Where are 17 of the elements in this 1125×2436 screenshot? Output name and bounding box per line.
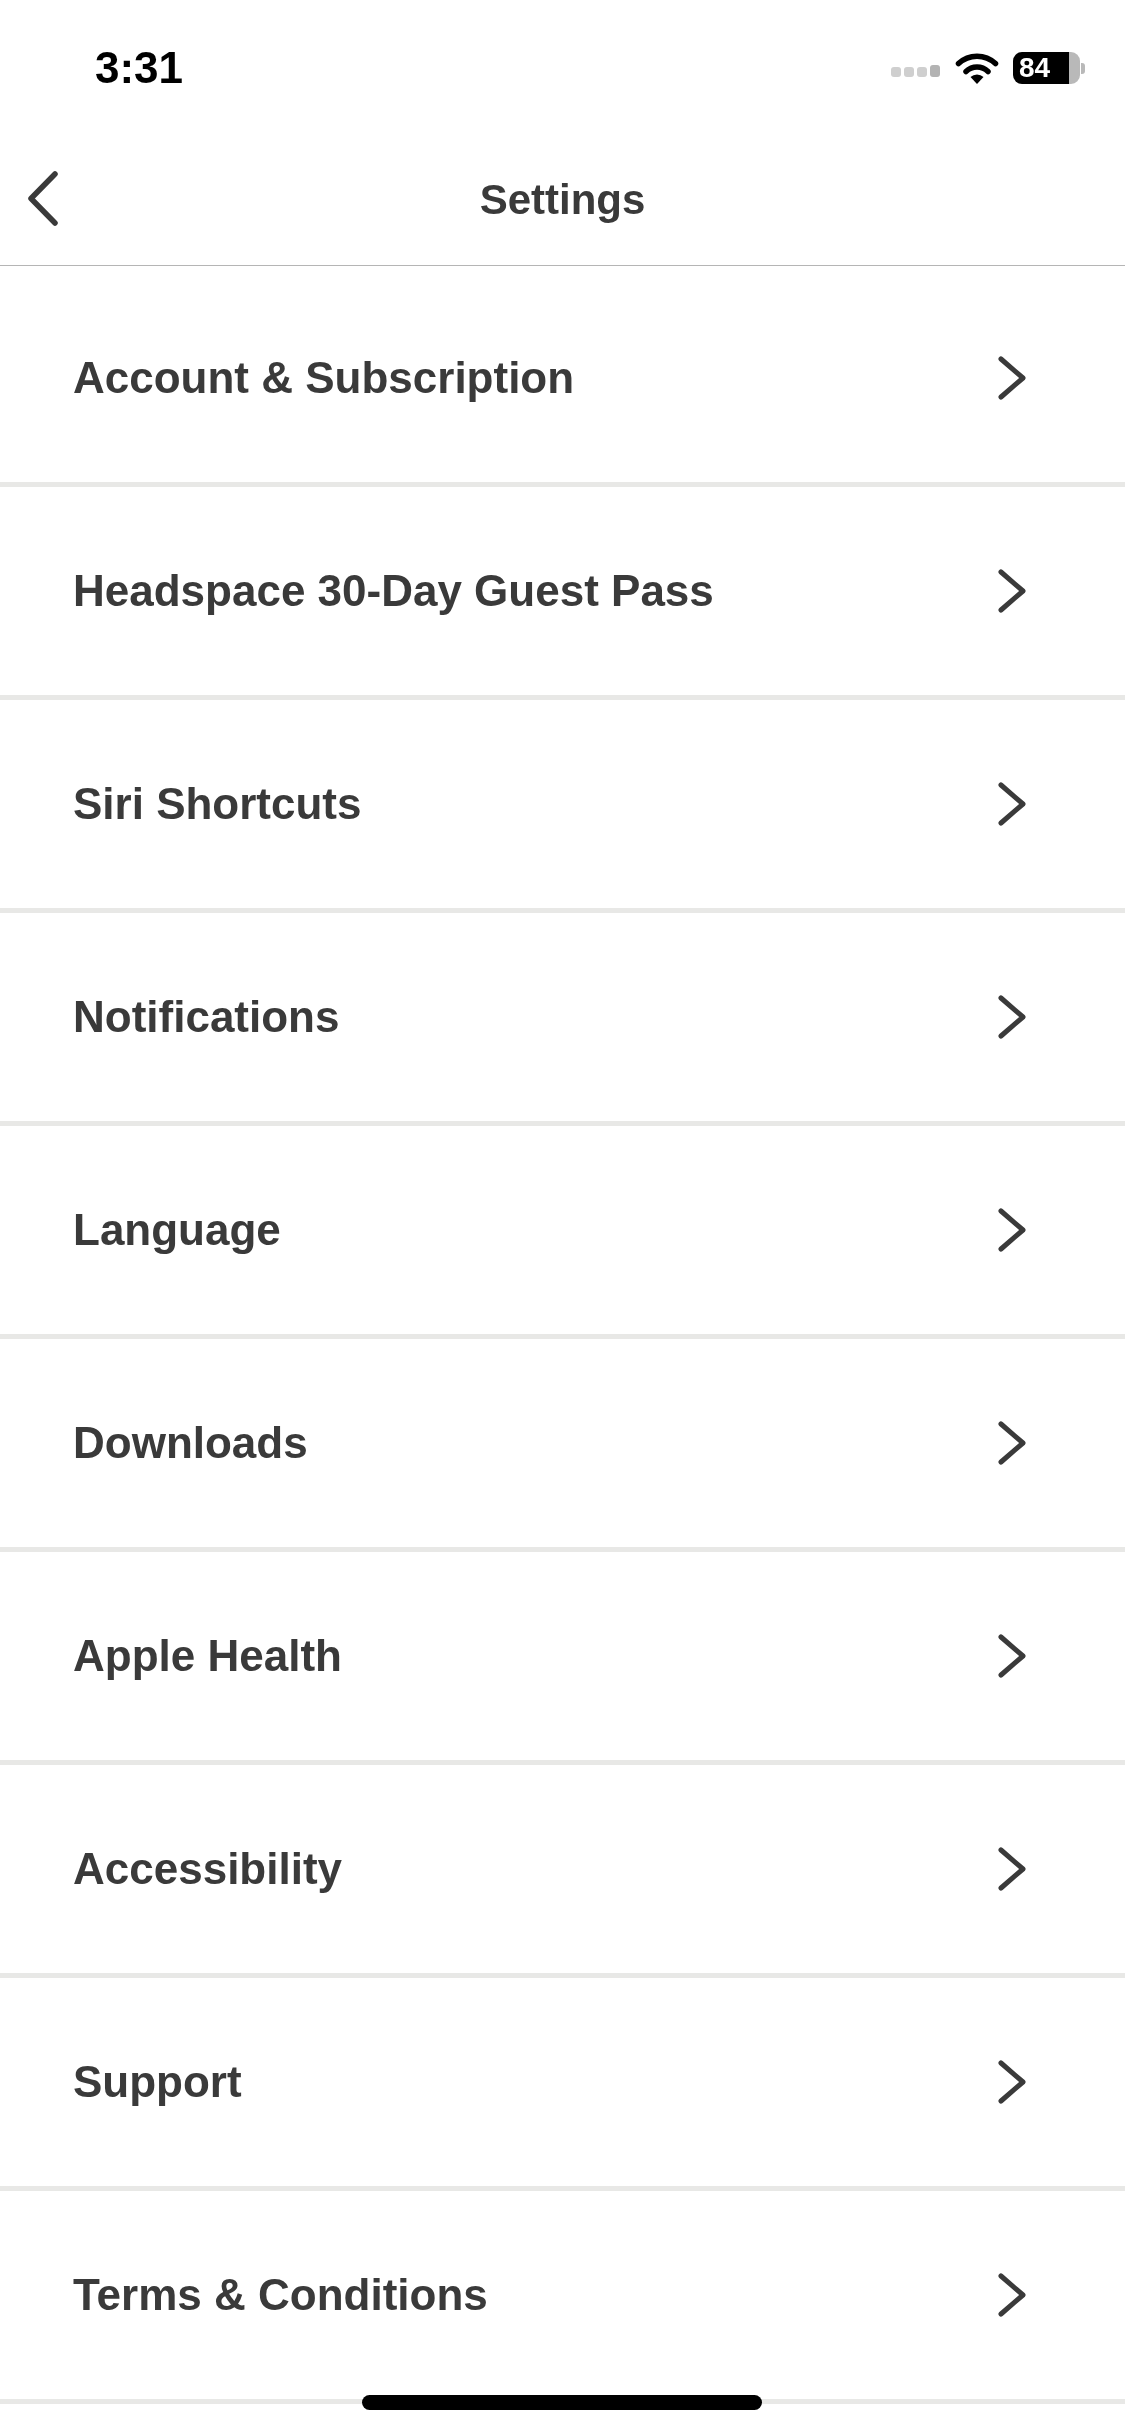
chevron-right-icon (997, 781, 1027, 827)
chevron-right-icon (997, 2059, 1027, 2105)
status-time: 3:31 (95, 46, 184, 90)
page-title: Settings (479, 175, 646, 226)
chevron-right-icon (997, 1846, 1027, 1892)
chevron-left-icon (26, 170, 60, 227)
chevron-right-icon (997, 994, 1027, 1040)
back-button[interactable] (26, 170, 60, 227)
chevron-right-icon (997, 2272, 1027, 2318)
battery-percentage: 84 (1019, 54, 1051, 82)
cellular-signal-icon (891, 65, 941, 77)
chevron-right-icon (997, 1420, 1027, 1466)
chevron-right-icon (997, 1633, 1027, 1679)
chevron-right-icon (997, 355, 1027, 401)
wifi-icon (954, 51, 1000, 85)
chevron-right-icon (997, 1207, 1027, 1253)
chevron-right-icon (997, 568, 1027, 614)
